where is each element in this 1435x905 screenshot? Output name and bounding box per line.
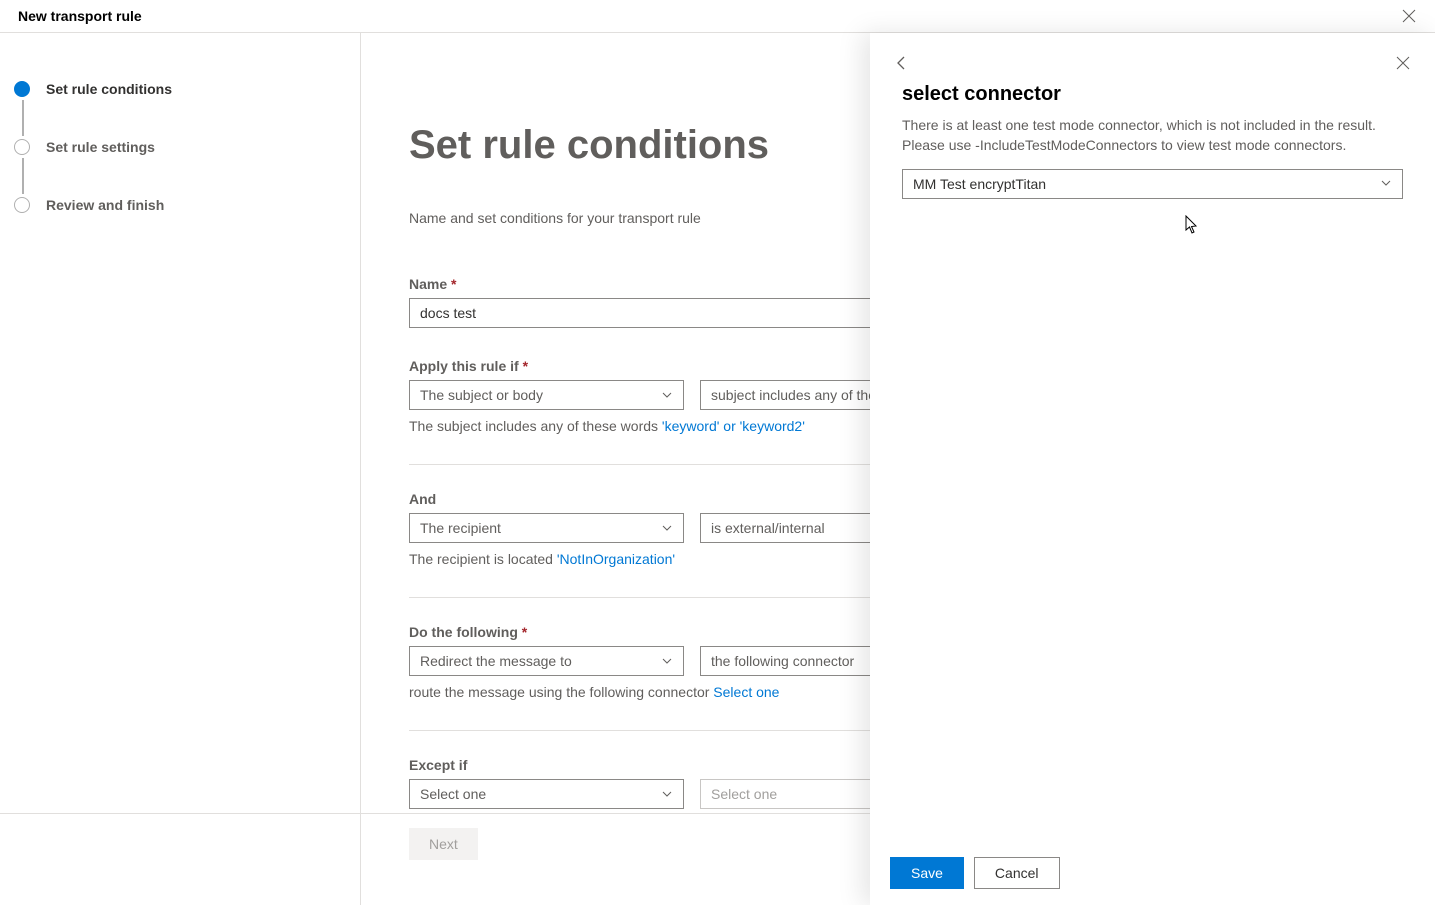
dropdown-value: MM Test encryptTitan (913, 176, 1046, 192)
dropdown-value: Select one (711, 786, 777, 802)
step-label: Set rule settings (46, 139, 155, 155)
chevron-down-icon (661, 389, 673, 401)
page-title: New transport rule (18, 8, 142, 24)
label-text: Name (409, 276, 447, 292)
select-connector-link[interactable]: Select one (713, 684, 779, 700)
step-dot-icon (14, 81, 30, 97)
step-dot-icon (14, 139, 30, 155)
helper-prefix: The subject includes any of these words (409, 418, 662, 434)
step-set-rule-conditions[interactable]: Set rule conditions (12, 78, 360, 100)
dropdown-value: Redirect the message to (420, 653, 572, 669)
panel-help-text: There is at least one test mode connecto… (870, 106, 1435, 169)
step-set-rule-settings[interactable]: Set rule settings (12, 136, 360, 158)
step-label: Set rule conditions (46, 81, 172, 97)
helper-prefix: route the message using the following co… (409, 684, 713, 700)
save-button[interactable]: Save (890, 857, 964, 889)
dropdown-value: is external/internal (711, 520, 825, 536)
chevron-down-icon (1380, 176, 1392, 192)
apply-condition-dropdown[interactable]: The subject or body (409, 380, 684, 410)
except-condition-dropdown[interactable]: Select one (409, 779, 684, 809)
step-connector (22, 158, 24, 194)
select-connector-panel: select connector There is at least one t… (870, 33, 1435, 905)
recipient-scope-link[interactable]: 'NotInOrganization' (557, 551, 675, 567)
step-connector (22, 100, 24, 136)
do-action-dropdown[interactable]: Redirect the message to (409, 646, 684, 676)
chevron-down-icon (661, 522, 673, 534)
cancel-button[interactable]: Cancel (974, 857, 1060, 889)
chevron-down-icon (661, 788, 673, 800)
label-text: Do the following (409, 624, 518, 640)
page-header: New transport rule (0, 0, 1435, 33)
required-asterisk: * (451, 276, 456, 292)
required-asterisk: * (522, 624, 527, 640)
connector-select[interactable]: MM Test encryptTitan (902, 169, 1403, 199)
dropdown-value: the following connector (711, 653, 854, 669)
close-icon[interactable] (1391, 51, 1415, 75)
back-icon[interactable] (890, 51, 914, 75)
wizard-sidebar: Set rule conditions Set rule settings Re… (0, 33, 361, 814)
step-dot-icon (14, 197, 30, 213)
and-condition-dropdown[interactable]: The recipient (409, 513, 684, 543)
keywords-link[interactable]: 'keyword' or 'keyword2' (662, 418, 805, 434)
step-label: Review and finish (46, 197, 164, 213)
next-button: Next (409, 828, 478, 860)
label-text: Apply this rule if (409, 358, 519, 374)
required-asterisk: * (523, 358, 528, 374)
close-icon[interactable] (1401, 8, 1417, 24)
dropdown-value: The recipient (420, 520, 501, 536)
dropdown-value: Select one (420, 786, 486, 802)
dropdown-value: The subject or body (420, 387, 543, 403)
helper-prefix: The recipient is located (409, 551, 557, 567)
step-review-and-finish[interactable]: Review and finish (12, 194, 360, 216)
panel-title: select connector (870, 75, 1435, 106)
chevron-down-icon (661, 655, 673, 667)
